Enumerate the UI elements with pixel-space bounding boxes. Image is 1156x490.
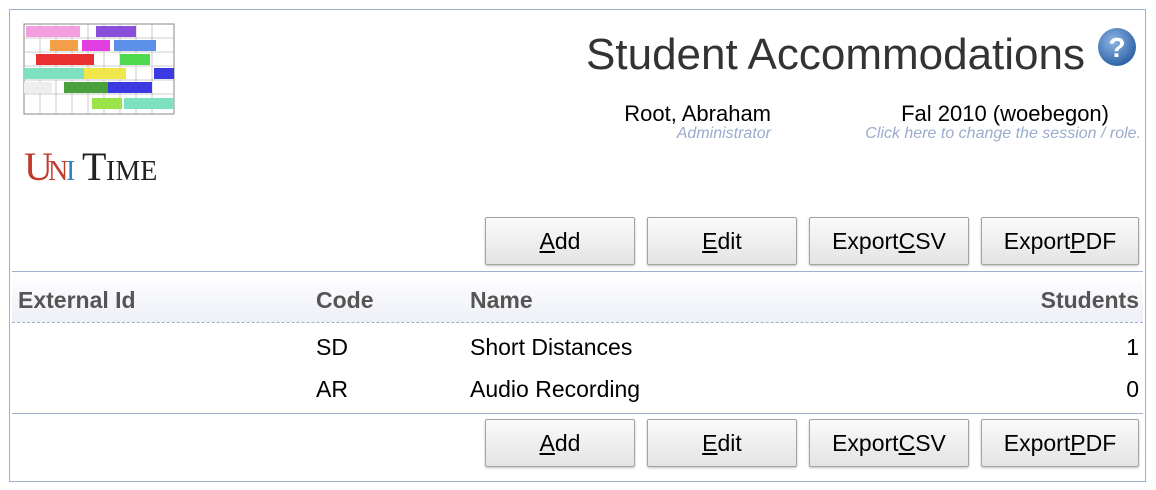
column-header-external-id[interactable]: External Id <box>18 287 136 314</box>
export-pdf-button-post: DF <box>1085 227 1117 254</box>
user-info[interactable]: Root, Abraham Administrator <box>624 102 771 142</box>
export-pdf-button-bottom-key: P <box>1070 429 1086 456</box>
page-frame: U N I T IME Student Accommodations ? Roo… <box>9 9 1146 482</box>
row-1-students[interactable]: 1 <box>1126 334 1139 361</box>
unitime-logo-graphic: U N I T IME <box>23 23 175 189</box>
export-pdf-button-bottom[interactable]: Export P DF <box>981 419 1139 467</box>
user-role: Administrator <box>676 125 771 142</box>
footer-divider <box>12 413 1143 414</box>
export-pdf-button-bottom-post: DF <box>1085 429 1117 456</box>
row-2-students[interactable]: 0 <box>1126 376 1139 403</box>
export-csv-button[interactable]: Export C SV <box>809 217 969 265</box>
table-header: External Id Code Name Students <box>12 272 1143 323</box>
export-csv-button-key: C <box>898 227 916 254</box>
export-csv-button-bottom-post: SV <box>915 429 946 456</box>
row-1-code[interactable]: SD <box>316 334 348 361</box>
export-pdf-button[interactable]: Export P DF <box>981 217 1139 265</box>
column-header-students[interactable]: Students <box>1041 287 1139 314</box>
page-title: Student Accommodations <box>586 30 1085 79</box>
add-button-bottom-key: A <box>539 429 555 456</box>
edit-button-bottom-key: E <box>702 429 718 456</box>
user-name: Root, Abraham <box>624 101 771 126</box>
help-icon[interactable]: ? <box>1097 27 1137 67</box>
edit-button-key: E <box>702 227 718 254</box>
session-change-hint: Click here to change the session / role. <box>865 125 1141 142</box>
top-button-bar: Add Edit Export C SV Export P DF <box>485 217 1139 265</box>
edit-button-post: dit <box>717 227 742 254</box>
add-button-post: dd <box>554 227 581 254</box>
export-csv-button-bottom[interactable]: Export C SV <box>809 419 969 467</box>
column-header-name[interactable]: Name <box>470 287 533 314</box>
add-button-bottom[interactable]: Add <box>485 419 635 467</box>
add-button[interactable]: Add <box>485 217 635 265</box>
svg-text:I: I <box>66 156 75 187</box>
edit-button-bottom-post: dit <box>717 429 742 456</box>
row-2-code[interactable]: AR <box>316 376 348 403</box>
unitime-logo[interactable]: U N I T IME <box>20 22 180 189</box>
session-name: Fal 2010 (woebegon) <box>901 101 1109 126</box>
add-button-key: A <box>539 227 555 254</box>
edit-button-bottom[interactable]: Edit <box>647 419 797 467</box>
export-pdf-button-bottom-pre: Export <box>1003 429 1071 456</box>
svg-text:IME: IME <box>106 156 157 187</box>
export-csv-button-pre: Export <box>832 227 899 254</box>
export-csv-button-post: SV <box>915 227 946 254</box>
column-header-code[interactable]: Code <box>316 287 374 314</box>
export-pdf-button-pre: Export <box>1003 227 1071 254</box>
svg-text:T: T <box>82 144 106 187</box>
add-button-bottom-post: dd <box>554 429 581 456</box>
session-info[interactable]: Fal 2010 (woebegon) Click here to change… <box>865 102 1141 142</box>
export-csv-button-bottom-pre: Export <box>832 429 899 456</box>
export-pdf-button-key: P <box>1070 227 1086 254</box>
export-csv-button-bottom-key: C <box>898 429 916 456</box>
bottom-button-bar: Add Edit Export C SV Export P DF <box>485 419 1139 467</box>
row-1-name[interactable]: Short Distances <box>470 334 632 361</box>
svg-text:?: ? <box>1108 32 1125 63</box>
edit-button[interactable]: Edit <box>647 217 797 265</box>
row-2-name[interactable]: Audio Recording <box>470 376 640 403</box>
